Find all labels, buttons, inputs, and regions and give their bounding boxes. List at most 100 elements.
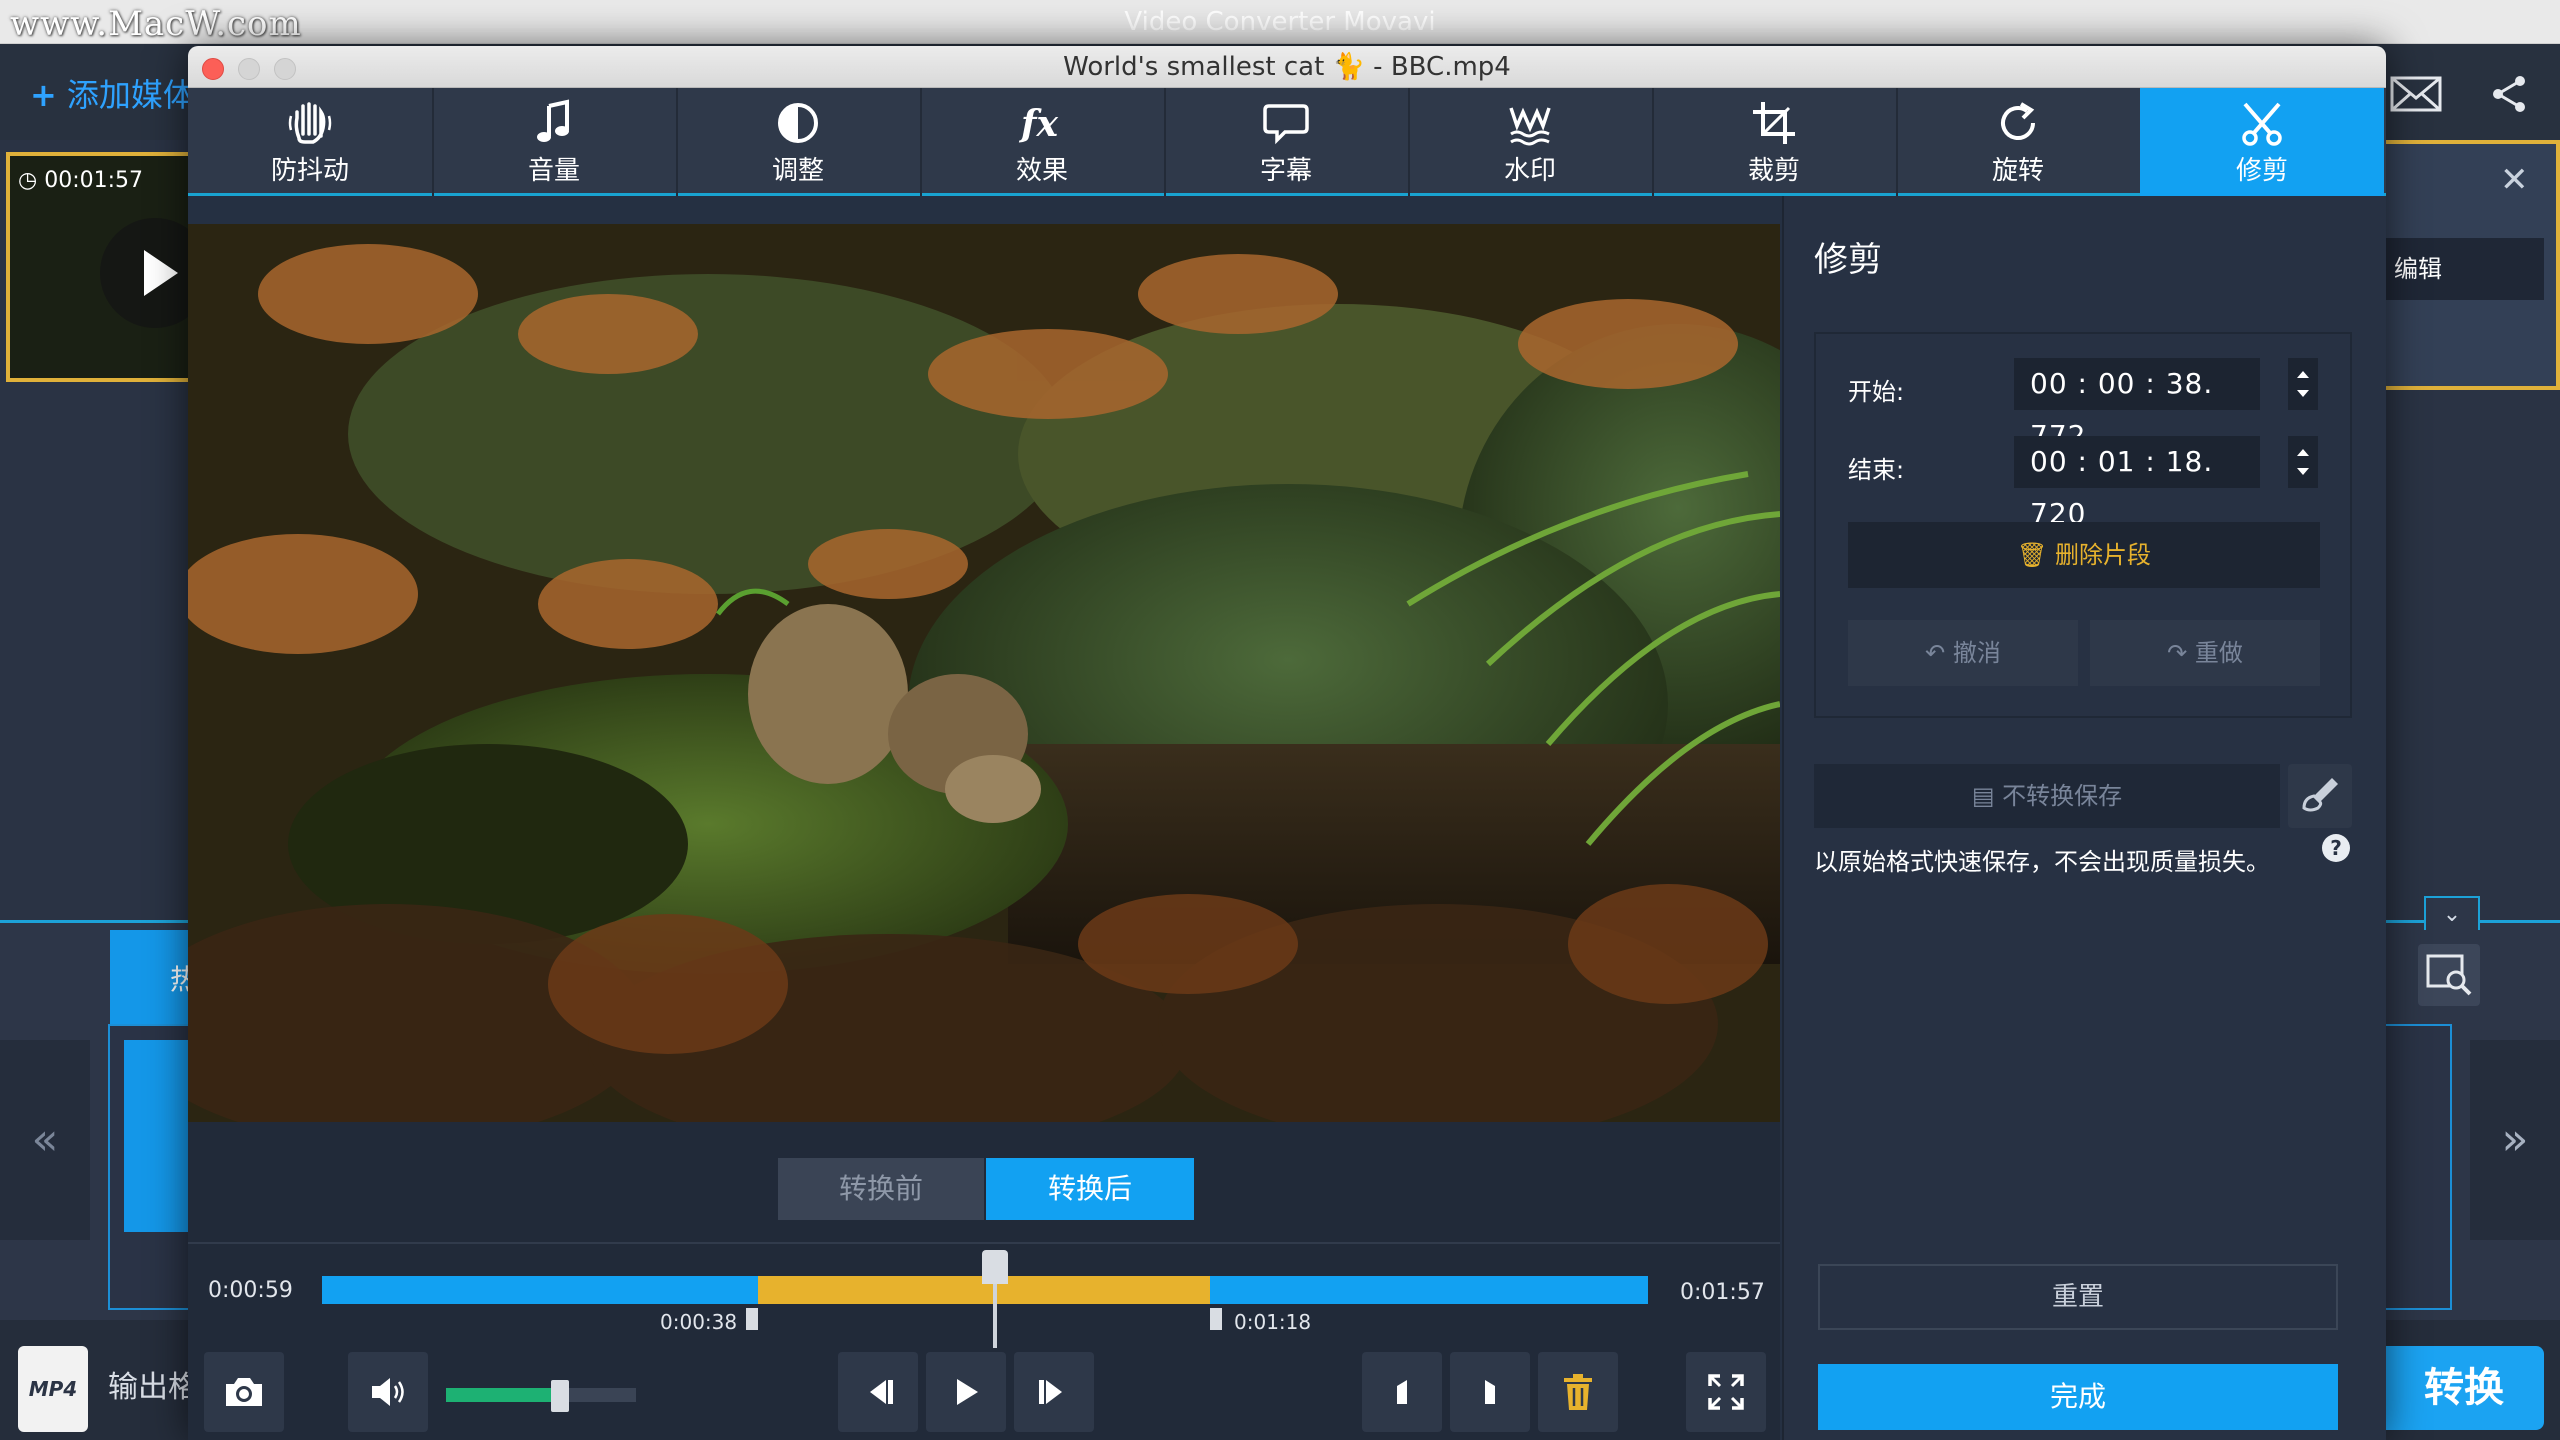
fullscreen-button[interactable]	[1686, 1352, 1766, 1432]
tab-label: 裁剪	[1747, 156, 1800, 186]
speech-bubble-icon	[1164, 98, 1408, 148]
clock-icon: ◷	[18, 168, 45, 193]
volume-slider-handle[interactable]	[551, 1380, 569, 1412]
playhead-handle[interactable]	[982, 1250, 1008, 1284]
snapshot-button[interactable]	[204, 1352, 284, 1432]
window-close-button[interactable]	[202, 58, 224, 80]
redo-label: 重做	[2194, 639, 2243, 667]
tool-tabs: 防抖动 音量 调整 fx 效果 字幕 水印 裁剪 旋转 修剪	[188, 88, 2386, 196]
rotate-icon	[1896, 98, 2140, 148]
tab-label: 字幕	[1259, 156, 1312, 186]
step-forward-icon	[1039, 1380, 1062, 1404]
delete-segment-button[interactable]	[1538, 1352, 1618, 1432]
brush-icon[interactable]	[2288, 764, 2352, 828]
tab-label: 修剪	[2235, 156, 2288, 186]
format-card[interactable]	[2380, 1024, 2452, 1310]
music-note-icon	[432, 98, 676, 148]
set-marker-out-button[interactable]	[1450, 1352, 1530, 1432]
window-minimize-button[interactable]	[238, 58, 260, 80]
tab-volume[interactable]: 音量	[432, 88, 678, 196]
preview-before-toggle[interactable]: 转换前	[778, 1158, 984, 1220]
plus-icon: +	[30, 76, 57, 114]
selection-end-marker[interactable]	[1210, 1308, 1222, 1330]
end-label: 结束:	[1848, 456, 1905, 484]
end-time-field[interactable]: 00 : 01 : 18. 720	[2014, 436, 2260, 530]
collapse-chevron-icon[interactable]: ⌄	[2424, 896, 2480, 930]
tab-label: 防抖动	[270, 156, 349, 186]
tab-label: 音量	[527, 156, 580, 186]
background-window-title: Video Converter Movavi	[1124, 7, 1436, 37]
share-icon[interactable]	[2488, 72, 2532, 116]
mute-button[interactable]	[348, 1352, 428, 1432]
selection-end-time: 0:01:18	[1234, 1310, 1312, 1334]
save-without-convert-label: 不转换保存	[2002, 782, 2123, 810]
tab-trim[interactable]: 修剪	[2140, 88, 2384, 196]
undo-icon: ↶	[1925, 639, 1953, 667]
camera-icon	[226, 1378, 262, 1406]
output-format-badge[interactable]: MP4	[18, 1346, 88, 1432]
play-icon	[957, 1379, 978, 1405]
redo-icon: ↷	[2167, 639, 2195, 667]
save-hint-text: 以原始格式快速保存，不会出现质量损失。	[1814, 848, 2270, 876]
current-time: 0:00:59	[208, 1278, 293, 1303]
fullscreen-icon	[1708, 1374, 1744, 1410]
editor-title: World's smallest cat 🐈 - BBC.mp4	[1063, 52, 1511, 82]
svg-text:fx: fx	[1018, 103, 1058, 145]
convert-button[interactable]: 转换	[2374, 1346, 2544, 1430]
format-card-preview	[124, 1040, 198, 1232]
tab-label: 调整	[771, 156, 824, 186]
save-without-convert-button[interactable]: ▤ 不转换保存	[1814, 764, 2280, 828]
window-maximize-button[interactable]	[274, 58, 296, 80]
selection-start-marker[interactable]	[746, 1308, 758, 1330]
delete-segment-label: 删除片段	[2055, 541, 2152, 569]
tab-stabilize[interactable]: 防抖动	[188, 88, 434, 196]
set-marker-in-button[interactable]	[1362, 1352, 1442, 1432]
previous-frame-button[interactable]	[838, 1352, 918, 1432]
trim-editor-window: World's smallest cat 🐈 - BBC.mp4 防抖动 音量 …	[188, 46, 2386, 1440]
start-time-field[interactable]: 00 : 00 : 38. 772	[2014, 358, 2260, 452]
tab-label: 水印	[1503, 156, 1556, 186]
panel-title: 修剪	[1814, 240, 1882, 280]
redo-button[interactable]: ↷ 重做	[2090, 620, 2320, 686]
tab-label: 效果	[1015, 156, 1068, 186]
search-format-icon[interactable]	[2418, 944, 2480, 1006]
help-icon[interactable]: ?	[2322, 834, 2350, 862]
mail-icon[interactable]	[2390, 74, 2442, 114]
video-frame-image	[188, 224, 1780, 1122]
play-button[interactable]	[926, 1352, 1006, 1432]
tab-crop[interactable]: 裁剪	[1652, 88, 1898, 196]
scroll-right-button[interactable]: »	[2470, 1040, 2560, 1240]
add-media-button[interactable]: + 添加媒体	[30, 70, 195, 120]
tab-adjust[interactable]: 调整	[676, 88, 922, 196]
video-preview[interactable]	[188, 224, 1780, 1122]
marker-right-icon	[1485, 1380, 1495, 1404]
next-frame-button[interactable]	[1014, 1352, 1094, 1432]
thumbnail-duration: ◷ 00:01:57	[18, 168, 144, 193]
marker-left-icon	[1397, 1380, 1407, 1404]
reset-button[interactable]: 重置	[1818, 1264, 2338, 1330]
step-back-icon	[870, 1380, 893, 1404]
tab-subtitles[interactable]: 字幕	[1164, 88, 1410, 196]
speaker-icon	[372, 1378, 404, 1406]
start-time-stepper[interactable]	[2288, 358, 2318, 410]
done-button[interactable]: 完成	[1818, 1364, 2338, 1430]
tab-rotate[interactable]: 旋转	[1896, 88, 2142, 196]
selection-start-time: 0:00:38	[660, 1310, 738, 1334]
tab-watermark[interactable]: 水印	[1408, 88, 1654, 196]
preview-after-toggle[interactable]: 转换后	[986, 1158, 1194, 1220]
end-time-stepper[interactable]	[2288, 436, 2318, 488]
undo-button[interactable]: ↶ 撤消	[1848, 620, 2078, 686]
scissors-icon	[2140, 98, 2384, 148]
contrast-icon	[676, 98, 920, 148]
tab-effects[interactable]: fx 效果	[920, 88, 1166, 196]
trash-icon: 🗑	[2016, 541, 2056, 569]
trash-icon	[1564, 1374, 1592, 1410]
delete-segment-panel-button[interactable]: 🗑 删除片段	[1848, 522, 2320, 588]
film-save-icon: ▤	[1971, 782, 2003, 810]
hot-tab[interactable]: 热	[110, 930, 200, 1030]
scroll-left-button[interactable]: «	[0, 1040, 90, 1240]
volume-slider-fill	[446, 1388, 560, 1402]
edit-button[interactable]: 编辑	[2384, 238, 2544, 300]
undo-label: 撤消	[1952, 639, 2001, 667]
close-icon[interactable]: ✕	[2500, 160, 2529, 200]
